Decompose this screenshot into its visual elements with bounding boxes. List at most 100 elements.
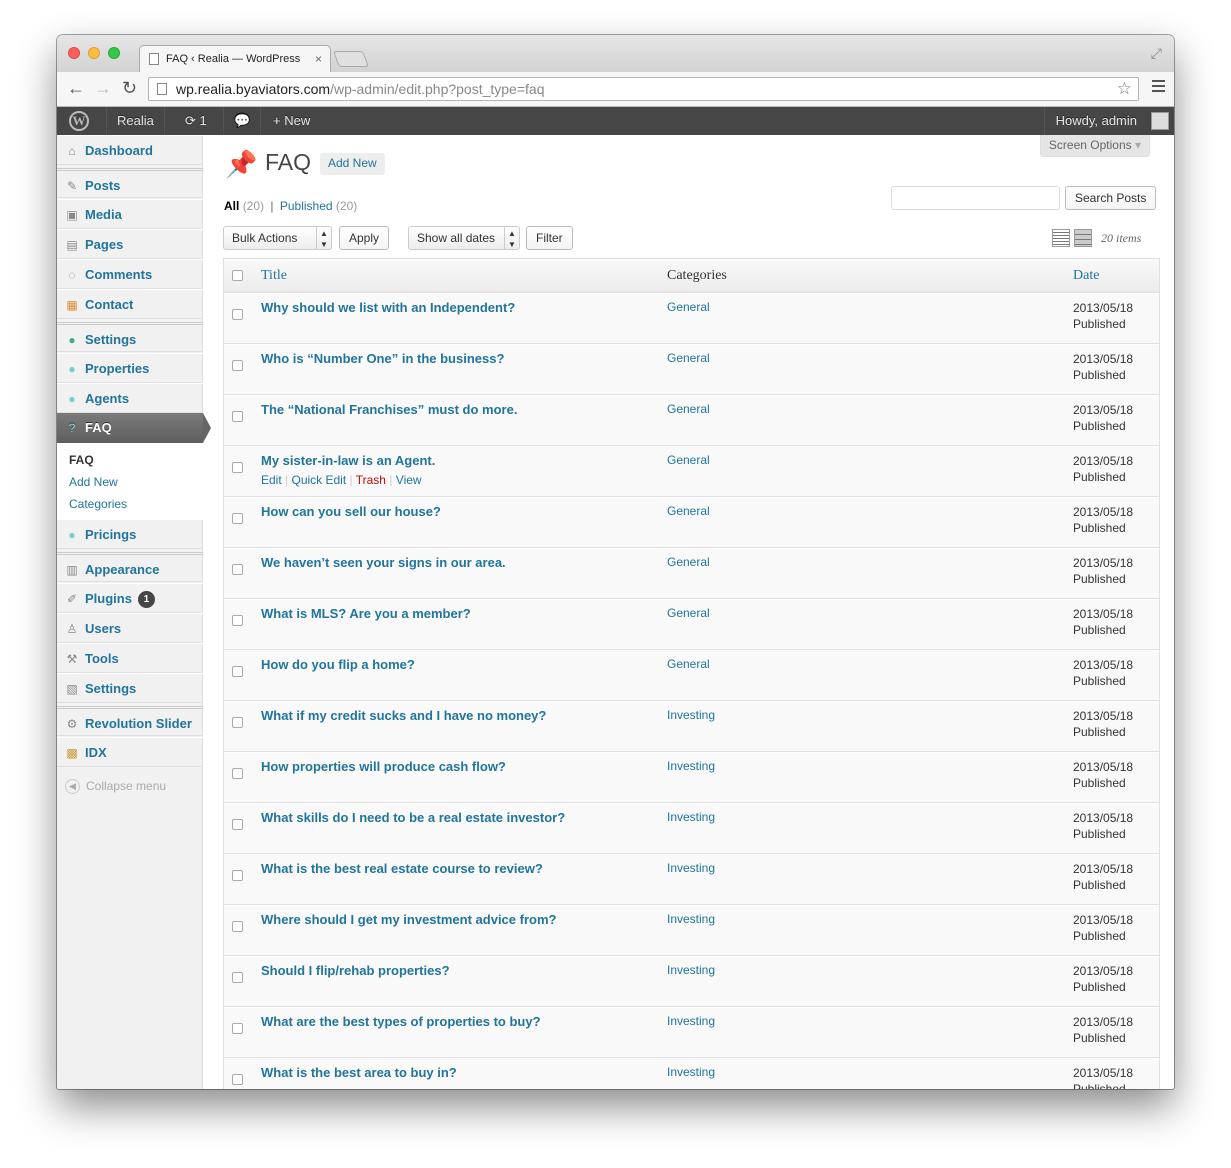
- post-title-link[interactable]: How do you flip a home?: [261, 657, 415, 672]
- sidebar-item-posts[interactable]: ✎ Posts: [57, 168, 203, 198]
- address-bar[interactable]: wp.realia.byaviators.com/wp-admin/edit.p…: [148, 77, 1139, 101]
- row-checkbox[interactable]: [232, 513, 243, 524]
- category-link[interactable]: Investing: [667, 1065, 715, 1079]
- sidebar-item-comments[interactable]: ◌ Comments: [57, 259, 203, 289]
- sidebar-item-media[interactable]: ▣ Media: [57, 199, 203, 229]
- category-link[interactable]: General: [667, 606, 710, 620]
- fullscreen-icon[interactable]: ⤢: [1151, 45, 1162, 62]
- search-input[interactable]: [891, 186, 1060, 210]
- filter-all-link[interactable]: All: [224, 199, 239, 213]
- sidebar-item-users[interactable]: ♙ Users: [57, 613, 203, 643]
- category-link[interactable]: Investing: [667, 912, 715, 926]
- category-link[interactable]: General: [667, 453, 710, 467]
- quick-edit-link[interactable]: Quick Edit: [291, 473, 346, 487]
- row-checkbox[interactable]: [232, 819, 243, 830]
- sidebar-item-pricings[interactable]: ● Pricings: [57, 519, 203, 549]
- row-checkbox[interactable]: [232, 1023, 243, 1034]
- browser-menu-icon[interactable]: [1152, 80, 1165, 92]
- sidebar-item-properties[interactable]: ● Properties: [57, 353, 203, 383]
- forward-icon[interactable]: →: [94, 79, 112, 97]
- post-title-link[interactable]: What if my credit sucks and I have no mo…: [261, 708, 546, 723]
- search-posts-button[interactable]: Search Posts: [1065, 186, 1157, 210]
- updates-link[interactable]: ⟳ 1: [177, 107, 215, 135]
- row-checkbox[interactable]: [232, 462, 243, 473]
- list-view-icon[interactable]: [1052, 229, 1070, 247]
- category-link[interactable]: Investing: [667, 708, 715, 722]
- submenu-faq[interactable]: FAQ: [69, 453, 94, 467]
- sidebar-item-settings[interactable]: ▧ Settings: [57, 673, 203, 703]
- browser-tab[interactable]: FAQ ‹ Realia — WordPress ×: [139, 45, 331, 73]
- column-title-header[interactable]: Title: [261, 268, 287, 284]
- post-title-link[interactable]: What skills do I need to be a real estat…: [261, 810, 565, 825]
- submenu-add-new[interactable]: Add New: [69, 475, 118, 489]
- view-link[interactable]: View: [396, 473, 422, 487]
- screen-options-button[interactable]: Screen Options ▾: [1039, 135, 1150, 157]
- category-link[interactable]: General: [667, 402, 710, 416]
- post-title-link[interactable]: What is the best real estate course to r…: [261, 861, 543, 876]
- zoom-window-button[interactable]: [108, 47, 120, 59]
- edit-link[interactable]: Edit: [261, 473, 282, 487]
- reload-icon[interactable]: ↻: [122, 79, 137, 97]
- sidebar-item-faq[interactable]: ? FAQ: [57, 413, 211, 443]
- column-date-header[interactable]: Date: [1073, 268, 1099, 284]
- bookmark-star-icon[interactable]: ☆: [1117, 79, 1132, 99]
- post-title-link[interactable]: What are the best types of properties to…: [261, 1014, 541, 1029]
- filter-published-link[interactable]: Published: [280, 199, 333, 213]
- post-title-link[interactable]: My sister-in-law is an Agent.: [261, 453, 435, 468]
- collapse-menu-button[interactable]: ◀ Collapse menu: [65, 779, 166, 795]
- category-link[interactable]: Investing: [667, 810, 715, 824]
- add-new-button[interactable]: Add New: [320, 153, 385, 175]
- post-title-link[interactable]: Why should we list with an Independent?: [261, 300, 515, 315]
- new-tab-button[interactable]: [333, 51, 369, 67]
- close-tab-icon[interactable]: ×: [315, 52, 322, 66]
- sidebar-item-idx[interactable]: ▩ IDX: [57, 737, 203, 767]
- category-link[interactable]: General: [667, 504, 710, 518]
- sidebar-item-appearance[interactable]: ▥ Appearance: [57, 552, 203, 582]
- select-all-checkbox[interactable]: [232, 270, 243, 281]
- category-link[interactable]: General: [667, 300, 710, 314]
- post-title-link[interactable]: What is the best area to buy in?: [261, 1065, 457, 1080]
- category-link[interactable]: Investing: [667, 759, 715, 773]
- howdy-user-menu[interactable]: Howdy, admin: [1043, 107, 1143, 135]
- post-title-link[interactable]: What is MLS? Are you a member?: [261, 606, 471, 621]
- close-window-button[interactable]: [68, 47, 80, 59]
- sidebar-item-tools[interactable]: ⚒ Tools: [57, 643, 203, 673]
- row-checkbox[interactable]: [232, 564, 243, 575]
- trash-link[interactable]: Trash: [356, 473, 386, 487]
- sidebar-item-agents[interactable]: ● Agents: [57, 383, 203, 413]
- category-link[interactable]: General: [667, 351, 710, 365]
- comments-bubble-icon[interactable]: 💬: [223, 107, 262, 135]
- category-link[interactable]: Investing: [667, 1014, 715, 1028]
- category-link[interactable]: General: [667, 555, 710, 569]
- sidebar-item-dashboard[interactable]: ⌂ Dashboard: [57, 135, 203, 165]
- sidebar-item-contact[interactable]: ▦ Contact: [57, 289, 203, 319]
- row-checkbox[interactable]: [232, 1074, 243, 1085]
- sidebar-item-plugins[interactable]: ✐ Plugins 1: [57, 583, 203, 613]
- excerpt-view-icon[interactable]: [1074, 229, 1092, 247]
- row-checkbox[interactable]: [232, 972, 243, 983]
- category-link[interactable]: Investing: [667, 861, 715, 875]
- row-checkbox[interactable]: [232, 411, 243, 422]
- row-checkbox[interactable]: [232, 717, 243, 728]
- submenu-categories[interactable]: Categories: [69, 497, 127, 511]
- sidebar-item-pages[interactable]: ▤ Pages: [57, 229, 203, 259]
- site-name-link[interactable]: Realia: [106, 107, 165, 135]
- row-checkbox[interactable]: [232, 615, 243, 626]
- post-title-link[interactable]: How can you sell our house?: [261, 504, 441, 519]
- back-icon[interactable]: ←: [67, 79, 85, 97]
- post-title-link[interactable]: Who is “Number One” in the business?: [261, 351, 504, 366]
- row-checkbox[interactable]: [232, 360, 243, 371]
- apply-button[interactable]: Apply: [339, 226, 390, 250]
- filter-button[interactable]: Filter: [526, 226, 573, 250]
- row-checkbox[interactable]: [232, 870, 243, 881]
- avatar[interactable]: [1151, 112, 1169, 130]
- post-title-link[interactable]: Where should I get my investment advice …: [261, 912, 556, 927]
- sidebar-item-revolution-slider[interactable]: ⚙ Revolution Slider: [57, 706, 203, 736]
- sidebar-item-settings-top[interactable]: ● Settings: [57, 322, 203, 352]
- row-checkbox[interactable]: [232, 666, 243, 677]
- category-link[interactable]: General: [667, 657, 710, 671]
- new-content-link[interactable]: + New: [263, 107, 320, 135]
- row-checkbox[interactable]: [232, 768, 243, 779]
- bulk-actions-select[interactable]: Bulk Actions ▲ ▼: [223, 226, 332, 250]
- post-title-link[interactable]: How properties will produce cash flow?: [261, 759, 506, 774]
